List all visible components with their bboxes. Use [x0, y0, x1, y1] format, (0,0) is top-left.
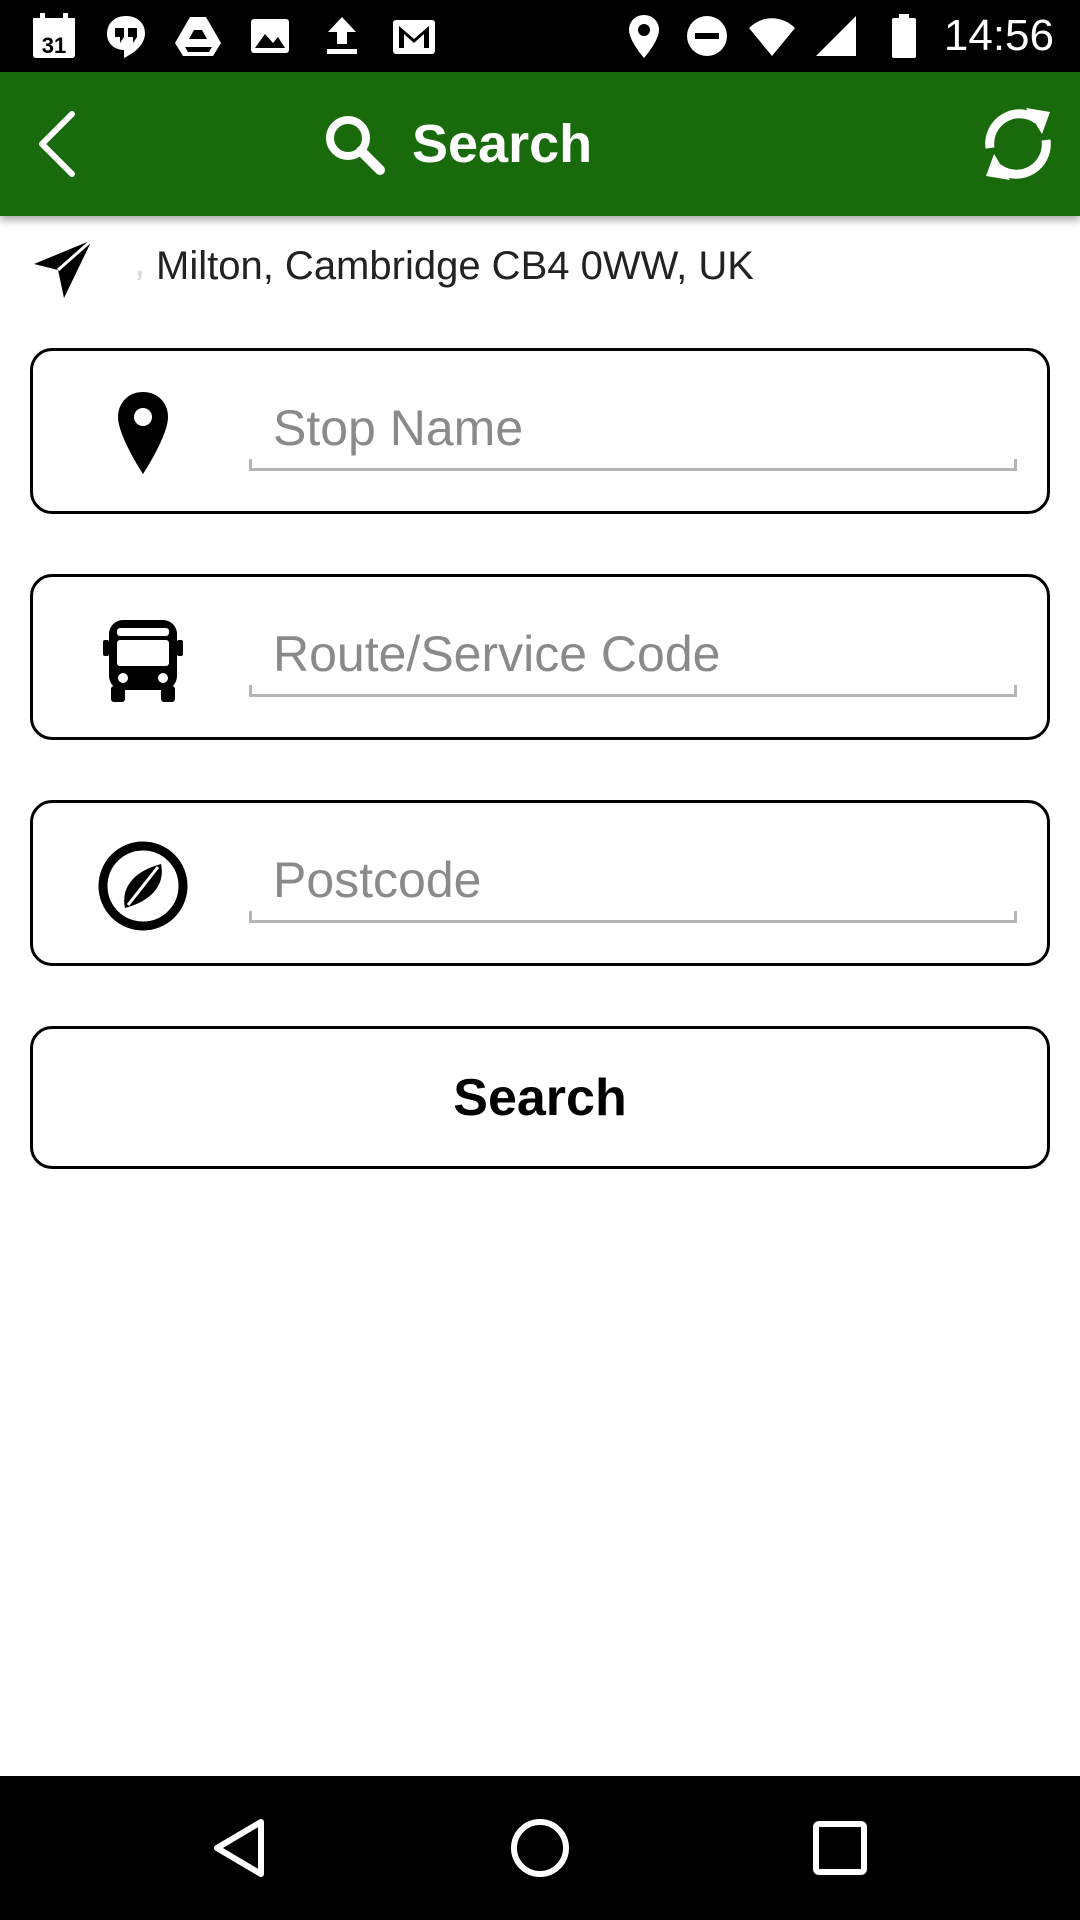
stop-name-input[interactable] [249, 387, 1017, 471]
input-underline-right [1014, 459, 1017, 471]
photos-icon [251, 19, 289, 53]
drive-icon [175, 17, 221, 56]
postcode-input[interactable] [249, 839, 1017, 923]
input-underline-left [249, 685, 252, 697]
input-underline-left [249, 911, 252, 923]
calendar-date: 31 [42, 33, 66, 58]
signal-icon [816, 16, 856, 56]
current-location: , Milton, Cambridge CB4 0WW, UK [0, 222, 1080, 308]
back-triangle-icon[interactable] [205, 1812, 277, 1884]
location-address: Milton, Cambridge CB4 0WW, UK [156, 244, 754, 288]
postcode-field [30, 800, 1050, 966]
app-bar: Search [0, 72, 1080, 216]
search-button[interactable]: Search [30, 1026, 1050, 1169]
status-bar: 31 14:56 [0, 0, 1080, 72]
compass-icon [98, 841, 188, 931]
refresh-icon[interactable] [976, 102, 1060, 186]
system-nav-bar [0, 1776, 1080, 1920]
hangouts-icon [107, 16, 145, 58]
location-icon [629, 15, 659, 58]
navigation-arrow-icon [34, 238, 93, 298]
search-icon [326, 116, 385, 175]
calendar-icon: 31 [33, 13, 75, 58]
do-not-disturb-icon [687, 16, 727, 56]
wifi-icon [749, 18, 795, 56]
input-underline-right [1014, 685, 1017, 697]
gmail-icon [393, 20, 435, 54]
map-pin-icon [118, 392, 168, 474]
bus-icon [103, 620, 183, 702]
recents-square-icon[interactable] [804, 1812, 876, 1884]
status-time: 14:56 [943, 11, 1054, 60]
stop-name-field [30, 348, 1050, 514]
route-code-field [30, 574, 1050, 740]
location-prefix: , [134, 240, 146, 284]
input-underline-left [249, 459, 252, 471]
back-arrow-icon[interactable] [20, 102, 104, 186]
page-title: Search [412, 114, 593, 174]
upload-icon [327, 17, 357, 54]
app-title: Search [320, 102, 592, 186]
home-circle-icon[interactable] [504, 1812, 576, 1884]
route-code-input[interactable] [249, 613, 1017, 697]
battery-icon [892, 14, 916, 58]
input-underline-right [1014, 911, 1017, 923]
